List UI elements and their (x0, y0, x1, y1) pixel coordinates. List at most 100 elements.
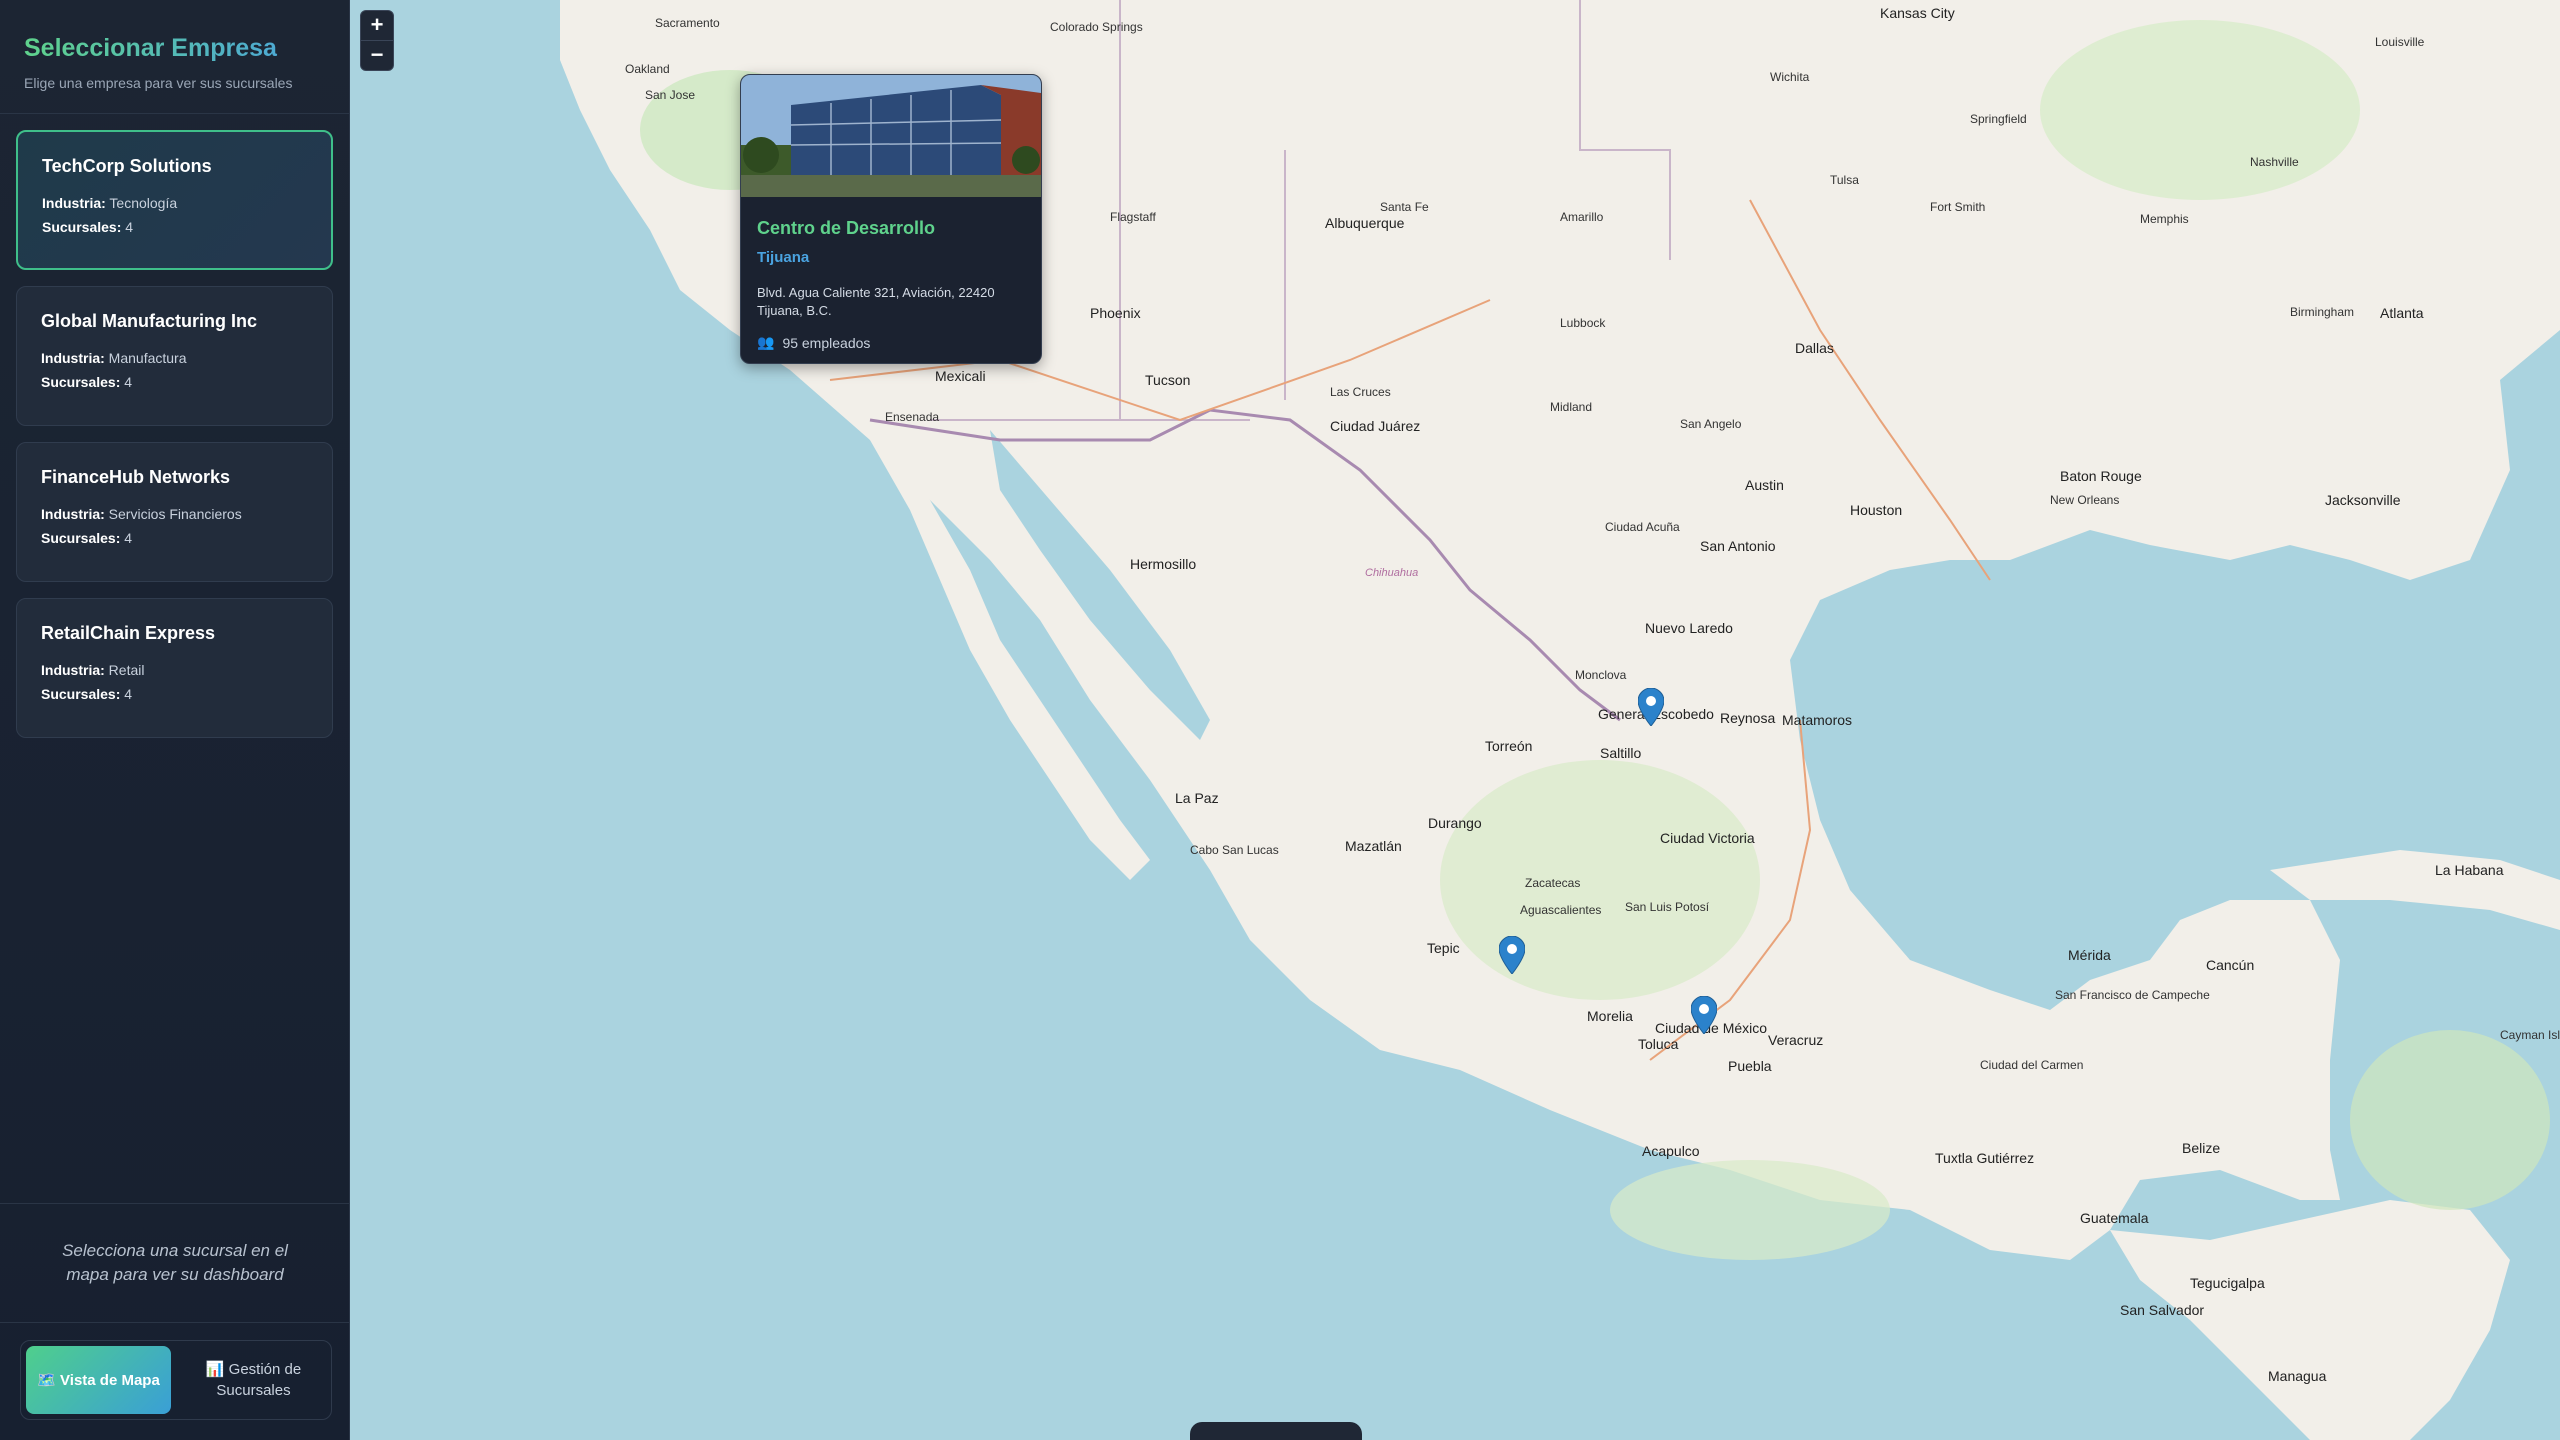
popup-employees: 👥 95 empleados (757, 334, 1025, 351)
company-name: TechCorp Solutions (42, 156, 212, 176)
company-industry: Industria: Manufactura (41, 350, 187, 366)
branch-photo (741, 75, 1041, 197)
zoom-in-button[interactable]: + (361, 11, 393, 40)
map-label-amarillo: Amarillo (1560, 210, 1604, 224)
map-label-sacramento: Sacramento (655, 16, 720, 30)
branch-popup: Centro de Desarrollo Tijuana Blvd. Agua … (740, 74, 1042, 364)
map-label-toluca: Toluca (1638, 1036, 1679, 1052)
chart-icon: 📊 (205, 1361, 225, 1378)
map-label-zacatecas: Zacatecas (1525, 876, 1581, 890)
company-branches: Sucursales: 4 (42, 219, 134, 235)
company-branches: Sucursales: 4 (41, 530, 133, 546)
map-label-matamoros: Matamoros (1782, 712, 1853, 728)
map-label-cabo-san-lucas: Cabo San Lucas (1190, 843, 1279, 857)
map-label-dallas: Dallas (1795, 340, 1834, 356)
company-industry: Industria: Retail (41, 662, 145, 678)
map-label-tulsa: Tulsa (1830, 173, 1859, 187)
map-label-atlanta: Atlanta (2380, 305, 2424, 321)
map-label-san-angelo: San Angelo (1680, 417, 1742, 431)
map-label-fort-smith: Fort Smith (1930, 200, 1986, 214)
company-industry: Industria: Tecnología (42, 195, 178, 211)
map-label-guatemala: Guatemala (2080, 1210, 2149, 1226)
map-label-birmingham: Birmingham (2290, 305, 2355, 319)
map-label-cayman-islands: Cayman Islands (2500, 1028, 2560, 1042)
popup-branch-name: Centro de Desarrollo (757, 218, 936, 238)
map-label-managua: Managua (2268, 1368, 2327, 1384)
map-label-san-luis-potosi: San Luis Potosí (1625, 900, 1710, 914)
company-name: Global Manufacturing Inc (41, 311, 258, 331)
map-label-louisville: Louisville (2375, 35, 2425, 49)
map-label-la-paz: La Paz (1175, 790, 1219, 806)
map-view[interactable]: Sacramento Oakland San Jose Colorado Spr… (350, 0, 2560, 1440)
popup-employee-count: 95 empleados (782, 334, 871, 351)
map-label-albuquerque: Albuquerque (1325, 215, 1405, 231)
company-card-retailchain[interactable]: RetailChain Express Industria: Retail Su… (16, 598, 333, 738)
map-label-mexicali: Mexicali (935, 368, 986, 384)
company-card-financehub[interactable]: FinanceHub Networks Industria: Servicios… (16, 442, 333, 582)
map-label-ciudad-juarez: Ciudad Juárez (1330, 418, 1421, 434)
map-label-tuxtla-gutierrez: Tuxtla Gutiérrez (1935, 1150, 2035, 1166)
map-label-ciudad-victoria: Ciudad Victoria (1660, 830, 1755, 846)
map-label-austin: Austin (1745, 477, 1784, 493)
map-label-wichita: Wichita (1770, 70, 1810, 84)
map-label-puebla: Puebla (1728, 1058, 1772, 1074)
company-name: RetailChain Express (41, 623, 216, 643)
zoom-control: + − (360, 10, 394, 71)
map-label-las-cruces: Las Cruces (1330, 385, 1391, 399)
company-name: FinanceHub Networks (41, 467, 231, 487)
map-icon: 🗺️ (37, 1371, 56, 1389)
map-label-mazatlan: Mazatlán (1345, 838, 1402, 854)
map-label-san-antonio: San Antonio (1700, 538, 1776, 554)
map-label-midland: Midland (1550, 400, 1593, 414)
map-label-reynosa: Reynosa (1720, 710, 1776, 726)
branch-pin-guadalajara[interactable] (1499, 936, 1525, 974)
company-card-global-manufacturing[interactable]: Global Manufacturing Inc Industria: Manu… (16, 286, 333, 426)
company-branches: Sucursales: 4 (41, 686, 133, 702)
map-selection-hint: Selecciona una sucursal en el mapa para … (0, 1203, 350, 1323)
sidebar-subtitle: Elige una empresa para ver sus sucursale… (24, 75, 293, 91)
tab-map-view[interactable]: 🗺️ Vista de Mapa (26, 1346, 171, 1414)
map-label-tegucigalpa: Tegucigalpa (2190, 1275, 2265, 1291)
map-label-morelia: Morelia (1587, 1008, 1633, 1024)
map-label-flagstaff: Flagstaff (1110, 210, 1156, 224)
map-label-veracruz: Veracruz (1768, 1032, 1824, 1048)
people-icon: 👥 (757, 334, 775, 350)
map-label-santa-fe: Santa Fe (1380, 200, 1429, 214)
map-label-nashville: Nashville (2250, 155, 2299, 169)
map-label-ensenada: Ensenada (885, 410, 940, 424)
view-tabs: 🗺️ Vista de Mapa 📊 Gestión de Sucursales (20, 1340, 332, 1420)
sidebar: Seleccionar Empresa Elige una empresa pa… (0, 0, 350, 1440)
bottom-toolbar[interactable] (1190, 1422, 1362, 1440)
map-label-merida: Mérida (2068, 947, 2111, 963)
branch-pin-ciudad-de-mexico[interactable] (1691, 996, 1717, 1034)
map-label-kansas-city: Kansas City (1880, 5, 1955, 21)
company-list: TechCorp Solutions Industria: Tecnología… (0, 114, 349, 738)
branch-pin-monterrey[interactable] (1638, 688, 1664, 726)
map-label-oakland: Oakland (625, 62, 670, 76)
company-industry: Industria: Servicios Financieros (41, 506, 242, 522)
map-label-nuevo-laredo: Nuevo Laredo (1645, 620, 1733, 636)
map-label-san-jose: San Jose (645, 88, 696, 102)
map-label-la-habana: La Habana (2435, 862, 2504, 878)
map-label-ciudad-acuna: Ciudad Acuña (1605, 520, 1680, 534)
map-label-lubbock: Lubbock (1560, 316, 1606, 330)
map-label-belize: Belize (2182, 1140, 2221, 1156)
company-card-techcorp[interactable]: TechCorp Solutions Industria: Tecnología… (16, 130, 333, 270)
zoom-out-button[interactable]: − (361, 40, 393, 70)
map-label-springfield: Springfield (1970, 112, 2027, 126)
map-label-campeche: San Francisco de Campeche (2055, 988, 2210, 1002)
map-label-acapulco: Acapulco (1642, 1143, 1700, 1159)
map-label-san-salvador: San Salvador (2120, 1302, 2205, 1318)
tab-branch-management[interactable]: 📊 Gestión de Sucursales (181, 1346, 326, 1414)
map-label-durango: Durango (1428, 815, 1482, 831)
map-label-colorado-springs: Colorado Springs (1050, 20, 1143, 34)
map-label-chihuahua: Chihuahua (1365, 567, 1419, 579)
map-label-hermosillo: Hermosillo (1130, 556, 1197, 572)
map-label-aguascalientes: Aguascalientes (1520, 903, 1602, 917)
map-label-houston: Houston (1850, 502, 1903, 518)
map-label-tepic: Tepic (1427, 940, 1460, 956)
map-label-saltillo: Saltillo (1600, 745, 1642, 761)
sidebar-header: Seleccionar Empresa Elige una empresa pa… (0, 0, 349, 114)
map-label-memphis: Memphis (2140, 212, 2189, 226)
map-label-cancun: Cancún (2206, 957, 2255, 973)
